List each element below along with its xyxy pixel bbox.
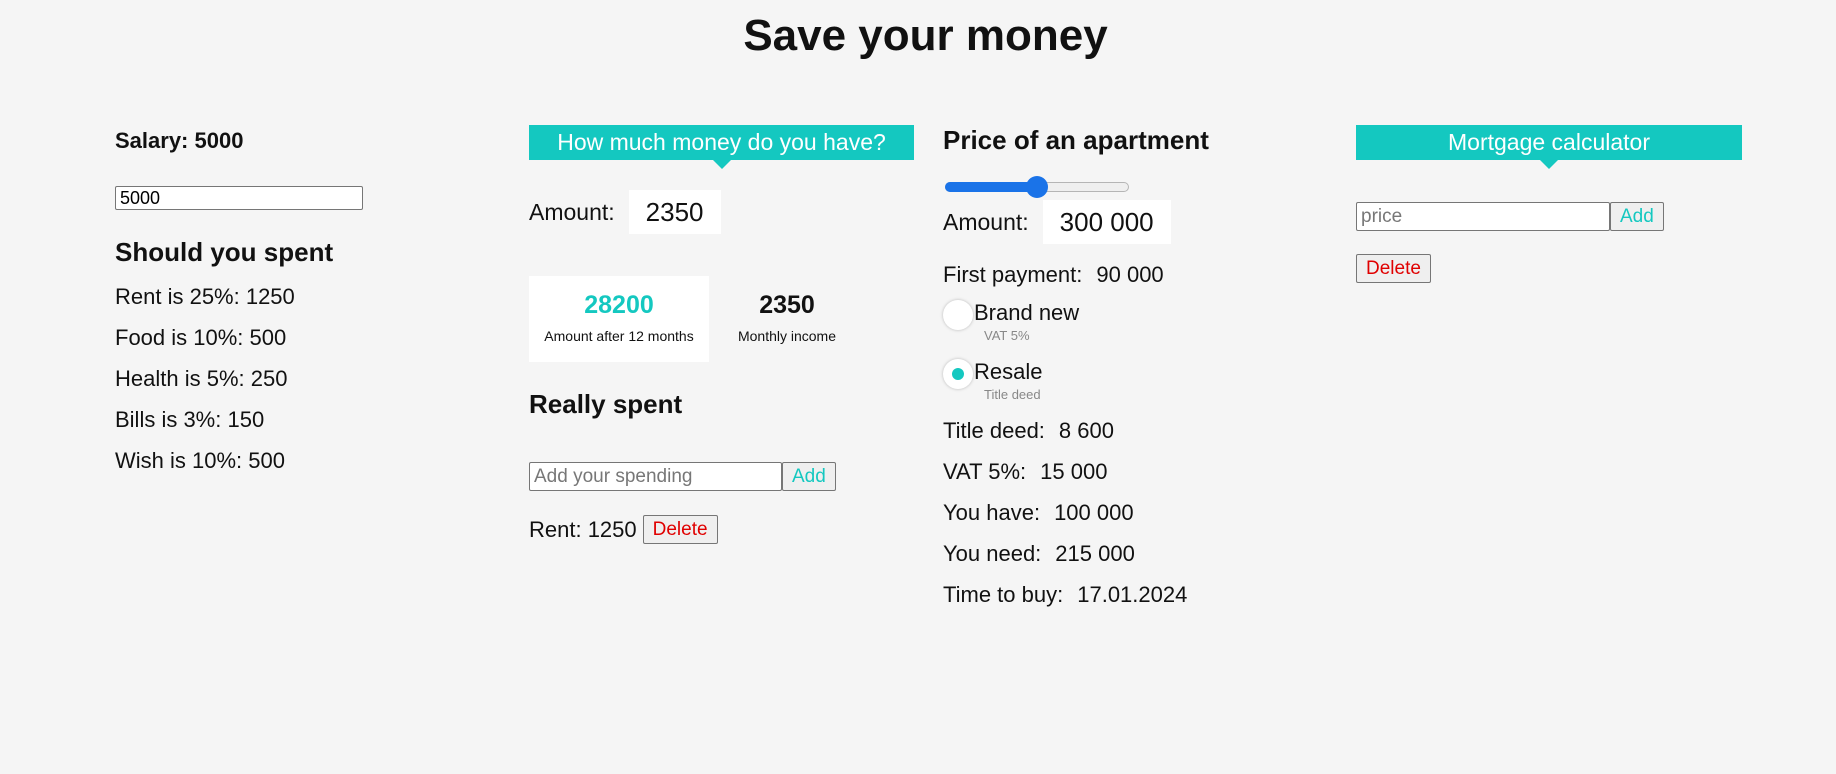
slider-fill bbox=[945, 182, 1037, 192]
delete-mortgage-button[interactable]: Delete bbox=[1356, 254, 1431, 283]
price-slider[interactable] bbox=[945, 176, 1129, 198]
detail-you-need: You need: 215 000 bbox=[943, 541, 1333, 567]
radio-circle-icon[interactable] bbox=[943, 359, 973, 389]
detail-value: 8 600 bbox=[1058, 418, 1114, 443]
radio-selected-dot-icon bbox=[952, 368, 964, 380]
money-column: How much money do you have? Amount: 2350… bbox=[529, 120, 914, 544]
mortgage-banner-label: Mortgage calculator bbox=[1448, 129, 1650, 155]
stat-monthly-income: 2350 Monthly income bbox=[709, 276, 865, 362]
detail-time-to-buy: Time to buy: 17.01.2024 bbox=[943, 582, 1333, 608]
radio-brand-new[interactable]: Brand new VAT 5% bbox=[943, 300, 1333, 343]
stat-after-value: 28200 bbox=[584, 291, 654, 319]
detail-label: VAT 5%: bbox=[943, 459, 1027, 484]
radio-resale[interactable]: Resale Title deed bbox=[943, 359, 1333, 402]
radio-circle-icon[interactable] bbox=[943, 300, 973, 330]
salary-column: Salary: 5000 Should you spent Rent is 25… bbox=[115, 120, 475, 489]
budget-list: Rent is 25%: 1250 Food is 10%: 500 Healt… bbox=[115, 284, 475, 474]
first-payment-value: 90 000 bbox=[1096, 262, 1164, 287]
apartment-heading: Price of an apartment bbox=[943, 125, 1209, 155]
radio-resale-label: Resale bbox=[974, 359, 1043, 384]
first-payment-row: First payment: 90 000 bbox=[943, 262, 1333, 288]
should-spent-heading: Should you spent bbox=[115, 237, 334, 267]
money-amount-label: Amount: bbox=[529, 198, 615, 225]
detail-value: 17.01.2024 bbox=[1077, 582, 1188, 607]
detail-value: 15 000 bbox=[1040, 459, 1108, 484]
radio-resale-sub: Title deed bbox=[984, 387, 1041, 402]
budget-item-wish: Wish is 10%: 500 bbox=[115, 448, 285, 473]
money-stats: 28200 Amount after 12 months 2350 Monthl… bbox=[529, 276, 914, 362]
detail-label: You have: bbox=[943, 500, 1041, 525]
spending-input[interactable] bbox=[529, 462, 782, 491]
add-price-button[interactable]: Add bbox=[1610, 202, 1664, 231]
apartment-details: Title deed: 8 600 VAT 5%: 15 000 You have:… bbox=[943, 418, 1333, 608]
detail-label: You need: bbox=[943, 541, 1042, 566]
spending-item-text: Rent: 1250 bbox=[529, 516, 637, 542]
salary-input[interactable] bbox=[115, 186, 363, 210]
first-payment-label: First payment: bbox=[943, 262, 1083, 287]
detail-label: Title deed: bbox=[943, 418, 1045, 443]
delete-spending-button[interactable]: Delete bbox=[642, 515, 718, 544]
budget-item-health: Health is 5%: 250 bbox=[115, 366, 288, 391]
list-item: Rent: 1250 Delete bbox=[529, 515, 914, 544]
detail-value: 215 000 bbox=[1055, 541, 1135, 566]
caret-down-icon bbox=[712, 160, 731, 169]
caret-down-icon bbox=[1540, 160, 1558, 169]
page-title: Save your money bbox=[743, 11, 1108, 60]
mortgage-column: Mortgage calculator Add Delete bbox=[1356, 120, 1742, 283]
detail-label: Time to buy: bbox=[943, 582, 1064, 607]
apartment-amount-value: 300 000 bbox=[1042, 200, 1171, 244]
radio-brand-new-label: Brand new bbox=[974, 300, 1080, 325]
salary-label: Salary: 5000 bbox=[115, 128, 244, 153]
budget-item-rent: Rent is 25%: 1250 bbox=[115, 284, 295, 309]
detail-vat: VAT 5%: 15 000 bbox=[943, 459, 1333, 485]
stat-after-12-months: 28200 Amount after 12 months bbox=[529, 276, 709, 362]
add-spending-button[interactable]: Add bbox=[782, 462, 836, 491]
detail-title-deed: Title deed: 8 600 bbox=[943, 418, 1333, 444]
price-input[interactable] bbox=[1356, 202, 1610, 231]
mortgage-banner[interactable]: Mortgage calculator bbox=[1356, 125, 1742, 169]
money-amount-value: 2350 bbox=[628, 190, 721, 234]
spending-form: Add bbox=[529, 462, 914, 491]
money-amount-row: Amount: 2350 bbox=[529, 190, 914, 234]
slider-thumb[interactable] bbox=[1026, 176, 1048, 198]
money-banner-label: How much money do you have? bbox=[557, 129, 886, 155]
stat-monthly-caption: Monthly income bbox=[737, 328, 837, 344]
really-spent-heading: Really spent bbox=[529, 389, 683, 419]
budget-item-food: Food is 10%: 500 bbox=[115, 325, 287, 350]
radio-brand-new-sub: VAT 5% bbox=[984, 328, 1030, 343]
money-banner[interactable]: How much money do you have? bbox=[529, 125, 914, 169]
budget-item-bills: Bills is 3%: 150 bbox=[115, 407, 265, 432]
apartment-amount-row: Amount: 300 000 bbox=[943, 200, 1333, 244]
apartment-amount-label: Amount: bbox=[943, 208, 1029, 235]
apartment-column: Price of an apartment Amount: 300 000 Fi… bbox=[943, 120, 1333, 623]
detail-value: 100 000 bbox=[1054, 500, 1134, 525]
stat-after-caption: Amount after 12 months bbox=[544, 328, 694, 344]
detail-you-have: You have: 100 000 bbox=[943, 500, 1333, 526]
mortgage-form: Add bbox=[1356, 202, 1742, 231]
stat-monthly-value: 2350 bbox=[759, 291, 815, 319]
